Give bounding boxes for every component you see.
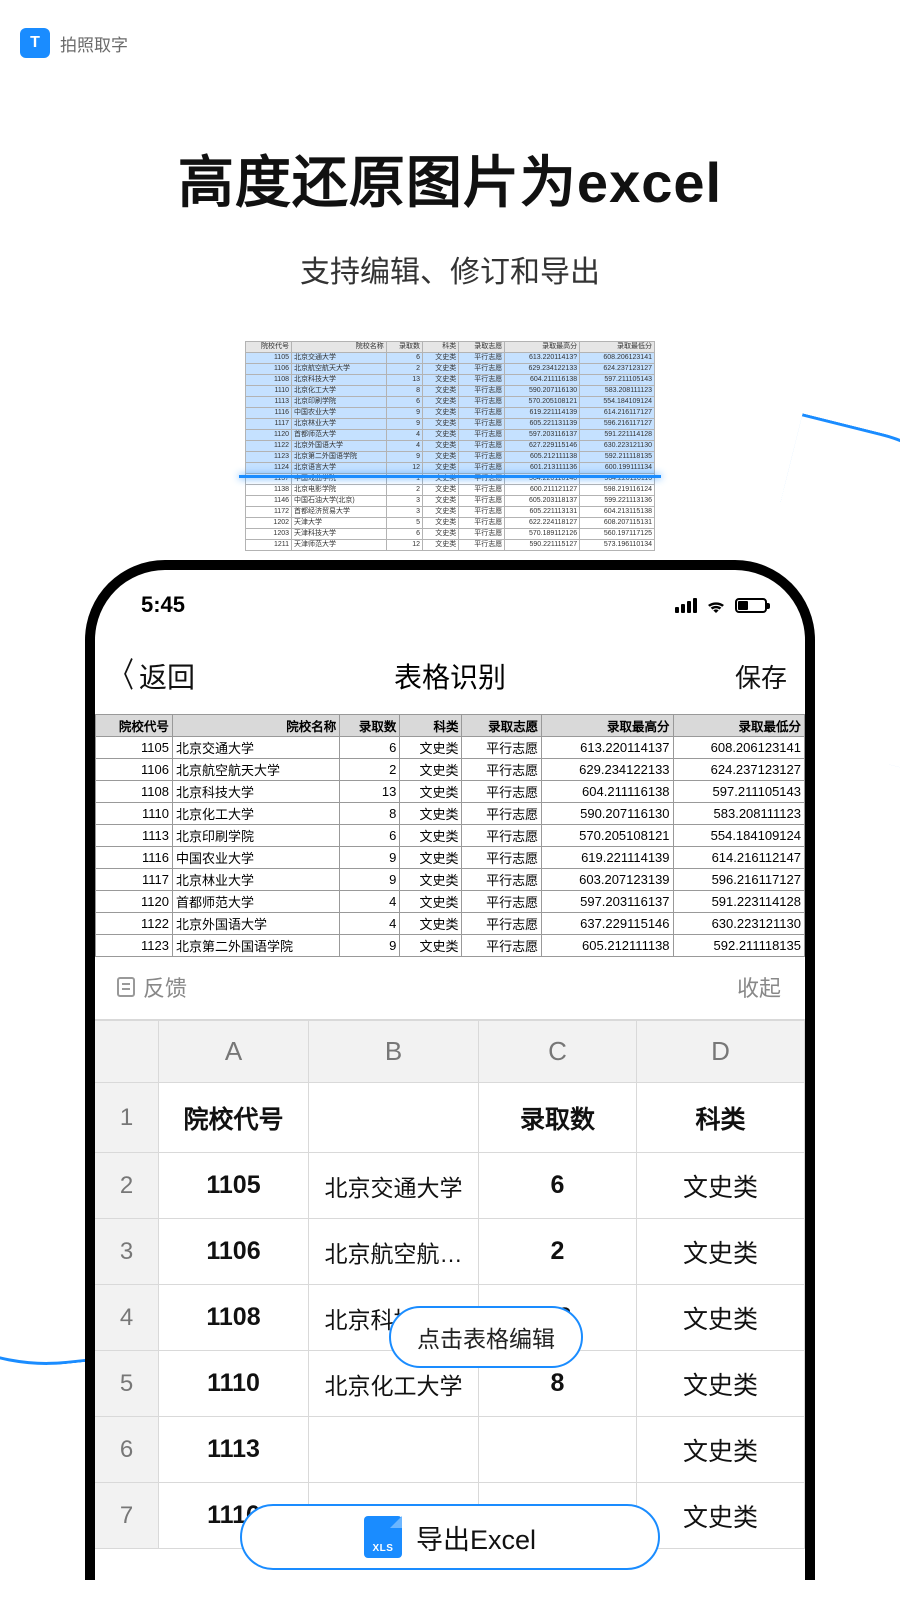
recognized-table: 院校代号院校名称录取数科类录取志愿录取最高分录取最低分1105北京交通大学6文史… [95, 714, 805, 957]
column-header[interactable]: C [479, 1021, 637, 1083]
sheet-corner [95, 1021, 159, 1083]
collapse-button[interactable]: 收起 [737, 971, 781, 1003]
chevron-left-icon: 〈 [110, 659, 134, 693]
row-number[interactable]: 2 [95, 1153, 159, 1219]
sheet-cell[interactable]: 1105 [159, 1153, 309, 1219]
row-number[interactable]: 6 [95, 1417, 159, 1483]
edit-hint-bubble[interactable]: 点击表格编辑 [389, 1306, 583, 1368]
column-header[interactable]: B [309, 1021, 479, 1083]
brand-bar: T 拍照取字 [0, 0, 900, 68]
status-time: 5:45 [141, 592, 185, 618]
row-number[interactable]: 5 [95, 1351, 159, 1417]
xls-file-icon: XLS [364, 1516, 402, 1558]
feedback-icon [117, 977, 135, 997]
phone-mockup: 5:45 〈 返回 表格识别 保存 院校代号院校名称录取数科类录取志愿录取最高分… [85, 560, 815, 1580]
wifi-icon [705, 597, 727, 613]
feedback-button[interactable]: 反馈 [117, 971, 187, 1003]
status-icons [675, 597, 767, 613]
feedback-label: 反馈 [143, 971, 187, 1003]
toolbar-row: 反馈 收起 [95, 957, 805, 1019]
sheet-cell[interactable]: 1113 [159, 1417, 309, 1483]
battery-icon [735, 598, 767, 613]
nav-bar: 〈 返回 表格识别 保存 [95, 626, 805, 714]
sheet-cell[interactable]: 2 [479, 1219, 637, 1285]
row-number[interactable]: 4 [95, 1285, 159, 1351]
hero: 高度还原图片为excel 支持编辑、修订和导出 [0, 138, 900, 291]
row-number[interactable]: 1 [95, 1083, 159, 1153]
signal-icon [675, 598, 697, 613]
scan-line [239, 475, 661, 478]
sheet-cell[interactable]: 1106 [159, 1219, 309, 1285]
sheet-cell[interactable] [309, 1417, 479, 1483]
column-header[interactable]: A [159, 1021, 309, 1083]
sheet-cell[interactable]: 1108 [159, 1285, 309, 1351]
sheet-cell[interactable]: 文史类 [637, 1219, 805, 1285]
sheet-cell[interactable]: 北京航空航… [309, 1219, 479, 1285]
back-label: 返回 [139, 656, 195, 696]
column-header[interactable]: D [637, 1021, 805, 1083]
sheet-cell[interactable] [309, 1083, 479, 1153]
sheet-cell[interactable]: 1110 [159, 1351, 309, 1417]
sheet-cell[interactable]: 文史类 [637, 1285, 805, 1351]
hero-subtitle: 支持编辑、修订和导出 [0, 247, 900, 291]
sheet-cell[interactable]: 科类 [637, 1083, 805, 1153]
row-number[interactable]: 3 [95, 1219, 159, 1285]
sheet-cell[interactable]: 院校代号 [159, 1083, 309, 1153]
hero-title: 高度还原图片为excel [0, 138, 900, 219]
sheet-cell[interactable]: 文史类 [637, 1153, 805, 1219]
app-icon: T [20, 28, 50, 58]
sheet-cell[interactable] [479, 1417, 637, 1483]
editable-spreadsheet[interactable]: ABCD1院校代号录取数科类21105北京交通大学6文史类31106北京航空航…… [95, 1019, 805, 1549]
sheet-cell[interactable]: 6 [479, 1153, 637, 1219]
sheet-cell[interactable]: 文史类 [637, 1417, 805, 1483]
scanned-table-preview: 院校代号院校名称录取数科类录取志愿录取最高分录取最低分1105北京交通大学6文史… [245, 341, 655, 551]
export-excel-button[interactable]: XLS 导出Excel [240, 1504, 660, 1570]
save-button[interactable]: 保存 [735, 658, 787, 695]
sheet-cell[interactable]: 录取数 [479, 1083, 637, 1153]
page-title: 表格识别 [95, 656, 805, 696]
sheet-cell[interactable]: 文史类 [637, 1351, 805, 1417]
sheet-cell[interactable]: 北京交通大学 [309, 1153, 479, 1219]
export-label: 导出Excel [416, 1518, 536, 1557]
app-name: 拍照取字 [60, 31, 128, 56]
status-bar: 5:45 [95, 570, 805, 626]
back-button[interactable]: 〈 返回 [105, 656, 195, 696]
